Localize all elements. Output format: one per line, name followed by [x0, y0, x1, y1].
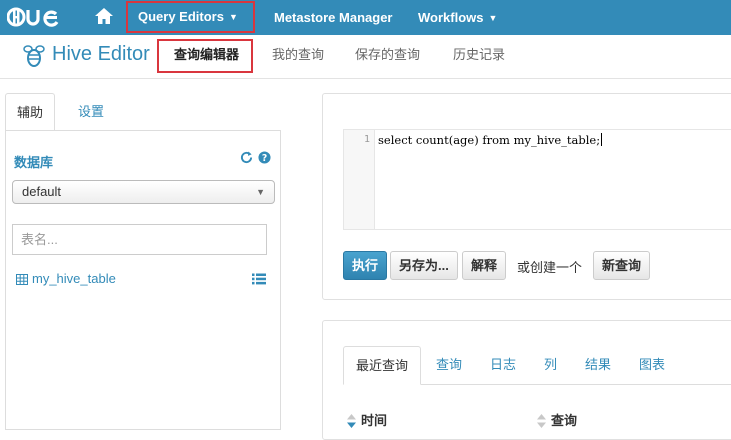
tab-columns[interactable]: 列 — [544, 346, 557, 384]
table-icon — [16, 274, 28, 285]
help-icon[interactable]: ? — [258, 151, 272, 165]
tab-results[interactable]: 结果 — [585, 346, 611, 384]
nav-metastore-manager[interactable]: Metastore Manager — [274, 0, 392, 35]
chevron-down-icon: ▼ — [256, 187, 265, 197]
app-title[interactable]: Hive Editor — [52, 41, 150, 67]
execute-button[interactable]: 执行 — [343, 251, 388, 280]
tab-log[interactable]: 日志 — [490, 346, 516, 384]
database-actions: ? — [240, 151, 272, 167]
tab-recent-queries[interactable]: 最近查询 — [343, 346, 421, 385]
list-icon[interactable] — [252, 273, 266, 285]
left-panel-tabs: 辅助 设置 — [5, 93, 281, 131]
tab-query[interactable]: 查询 — [436, 346, 462, 384]
app-subheader: Hive Editor 查询编辑器 我的查询 保存的查询 历史记录 — [0, 35, 731, 79]
results-card: 最近查询 查询 日志 列 结果 图表 时间 查询 — [322, 320, 731, 440]
table-name: my_hive_table — [32, 271, 116, 286]
tab-assist[interactable]: 辅助 — [5, 93, 55, 131]
or-create-text: 或创建一个 — [517, 260, 583, 275]
chevron-down-icon: ▼ — [228, 12, 238, 22]
table-filter-input[interactable] — [12, 224, 267, 255]
line-gutter: 1 — [344, 130, 375, 229]
code-line[interactable]: select count(age) from my_hive_table; — [378, 133, 603, 147]
results-tabs: 最近查询 查询 日志 列 结果 图表 — [343, 346, 731, 385]
text-cursor — [601, 133, 603, 146]
home-icon — [95, 8, 113, 24]
line-number: 1 — [363, 134, 370, 145]
assist-panel: 数据库 ? default ▼ my_hive_table — [5, 130, 281, 430]
nav-workflows-label: Workflows — [418, 10, 484, 25]
save-as-button[interactable]: 另存为... — [390, 251, 458, 280]
top-navbar: Query Editors ▼ Metastore Manager Workflo… — [0, 0, 731, 35]
explain-button[interactable]: 解释 — [462, 251, 507, 280]
query-editor-card: 1 select count(age) from my_hive_table; … — [322, 93, 731, 300]
svg-text:?: ? — [262, 153, 267, 164]
table-list-item[interactable]: my_hive_table — [16, 271, 116, 287]
chevron-down-icon: ▼ — [488, 13, 498, 23]
nav-workflows[interactable]: Workflows ▼ — [418, 0, 497, 35]
tab-settings[interactable]: 设置 — [63, 93, 119, 130]
column-header-time[interactable]: 时间 — [347, 410, 387, 429]
new-query-button[interactable]: 新查询 — [593, 251, 651, 280]
database-select-value: default — [22, 184, 62, 199]
tab-saved-queries[interactable]: 保存的查询 — [355, 45, 420, 65]
tab-history[interactable]: 历史记录 — [453, 45, 505, 65]
nav-query-editors-label: Query Editors — [138, 9, 224, 24]
tab-query-editor[interactable]: 查询编辑器 — [174, 45, 239, 65]
code-text: select count(age) from my_hive_table; — [378, 133, 601, 147]
code-editor[interactable]: 1 select count(age) from my_hive_table; — [343, 129, 731, 230]
home-button[interactable] — [94, 7, 116, 27]
database-label: 数据库 — [14, 155, 54, 170]
tab-chart[interactable]: 图表 — [639, 346, 665, 384]
hive-bee-icon — [23, 45, 45, 67]
column-header-query-label: 查询 — [551, 413, 578, 428]
hue-logo-mark — [6, 7, 59, 27]
refresh-icon[interactable] — [240, 151, 254, 165]
hue-logo[interactable] — [6, 6, 63, 28]
tab-my-queries[interactable]: 我的查询 — [272, 45, 324, 65]
sort-icon — [537, 414, 546, 428]
column-header-time-label: 时间 — [361, 413, 388, 428]
database-select[interactable]: default ▼ — [12, 180, 275, 204]
column-header-query[interactable]: 查询 — [537, 410, 577, 429]
nav-query-editors[interactable]: Query Editors ▼ — [126, 1, 255, 33]
sort-icon — [347, 414, 356, 428]
nav-metastore-manager-label: Metastore Manager — [274, 10, 393, 25]
